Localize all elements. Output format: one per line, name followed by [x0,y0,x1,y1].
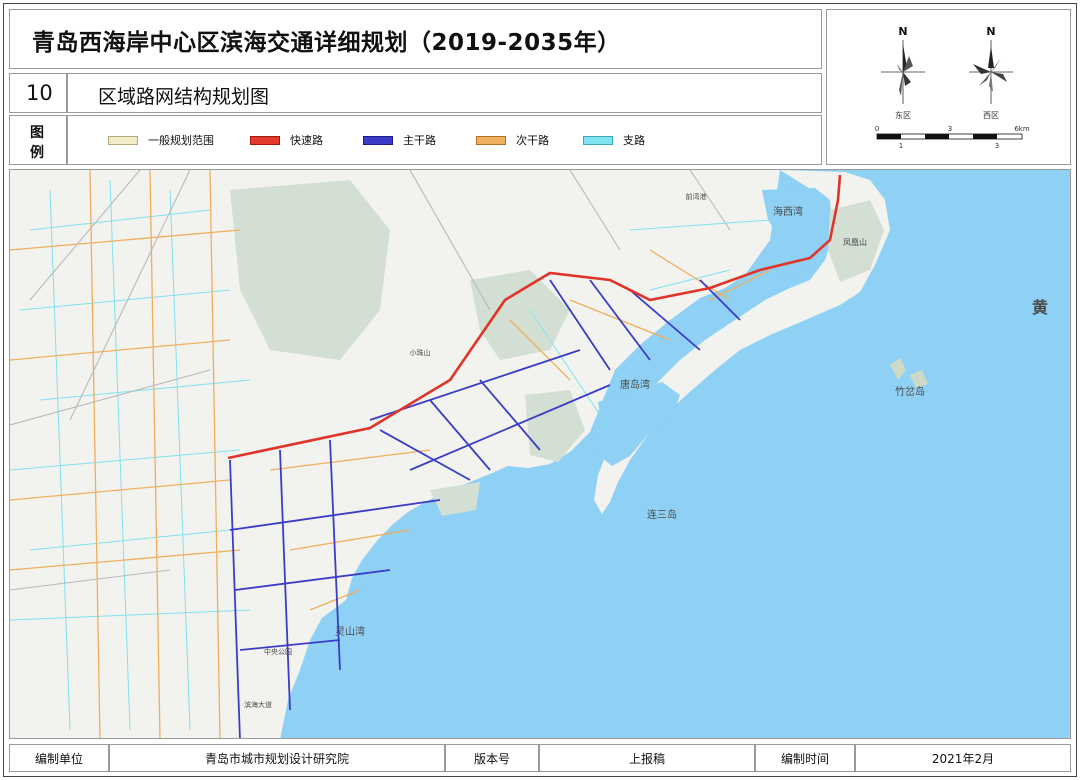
north-label-1: N [898,25,907,38]
plan-name: 区域路网结构规划图 [98,86,270,108]
page-title: 青岛西海岸中心区滨海交通详细规划（2019-2035年） [32,30,621,56]
wind-rose-west-icon [969,40,1013,104]
legend-label-bottom: 例 [30,145,44,161]
scale-tick-0: 0 [875,125,879,133]
place-label-tangdao-bay: 唐岛湾 [620,378,650,391]
scale-tick-6km: 6km [1014,125,1030,133]
legend-text-arterial: 主干路 [403,134,436,147]
plan-name-panel: 区域路网结构规划图 [67,73,822,113]
legend-label-panel: 图 例 [9,115,67,165]
footer-time-label: 编制时间 [755,744,855,772]
scale-tick-3: 3 [948,125,952,133]
legend-text-expressway: 快速路 [290,134,323,147]
footer-time-value: 2021年2月 [855,744,1071,772]
wind-rose-east-icon [881,40,925,104]
legend-swatch-arterial [363,136,393,145]
plan-number: 10 [26,81,53,105]
legend-label-top: 图 [30,125,44,141]
legend-text-branch: 支路 [623,134,645,147]
place-label-fenghuang-mountain: 凤凰山 [843,237,867,247]
legend-swatch-plan-range [108,136,138,145]
scale-tick-bottom-3: 3 [995,142,999,150]
compass-panel: N 东区 N 西区 0 3 6km 1 3 [826,9,1071,165]
place-label-qianwan-port: 前湾港 [686,192,707,201]
north-label-2: N [986,25,995,38]
district-label-east: 东区 [895,110,911,120]
legend-swatch-secondary [476,136,506,145]
legend-swatch-branch [583,136,613,145]
sea-label: 黄 [1032,298,1048,317]
plan-number-panel: 10 [9,73,67,113]
legend: 一般规划范围 快速路 主干路 次干路 支路 [67,115,822,165]
footer-version-label: 版本号 [445,744,539,772]
place-label-lingshan-bay: 灵山湾 [335,625,365,638]
road-label-binhai-avenue: 滨海大道 [244,700,272,709]
legend-swatch-expressway [250,136,280,145]
legend-text-plan-range: 一般规划范围 [148,134,214,147]
place-label-xiaozhu-mountain: 小珠山 [410,348,431,357]
footer-org-label: 编制单位 [9,744,109,772]
scale-bar: 0 3 6km 1 3 [875,125,1030,150]
footer-org-value: 青岛市城市规划设计研究院 [109,744,445,772]
map-area[interactable]: 黄 海西湾 凤凰山 唐岛湾 竹岔岛 连三岛 灵山湾 滨海大道 中央公园 小珠山 … [9,169,1071,739]
footer-version-value: 上报稿 [539,744,755,772]
zhucha-island [890,358,928,388]
place-label-central-park: 中央公园 [264,647,292,656]
compass-graphic: N 东区 N 西区 0 3 6km 1 3 [875,25,1030,150]
title-panel: 青岛西海岸中心区滨海交通详细规划（2019-2035年） [9,9,822,69]
place-label-liansan-island: 连三岛 [647,508,677,521]
scale-tick-bottom-1: 1 [899,142,903,150]
legend-text-secondary: 次干路 [516,134,549,147]
map-canvas[interactable]: 黄 海西湾 凤凰山 唐岛湾 竹岔岛 连三岛 灵山湾 滨海大道 中央公园 小珠山 … [10,170,1071,739]
district-label-west: 西区 [983,111,999,120]
haixi-bay [762,188,832,278]
place-label-haixi-bay: 海西湾 [773,205,803,218]
place-label-zhucha-island: 竹岔岛 [895,385,925,398]
tangdao-bay [595,382,680,466]
